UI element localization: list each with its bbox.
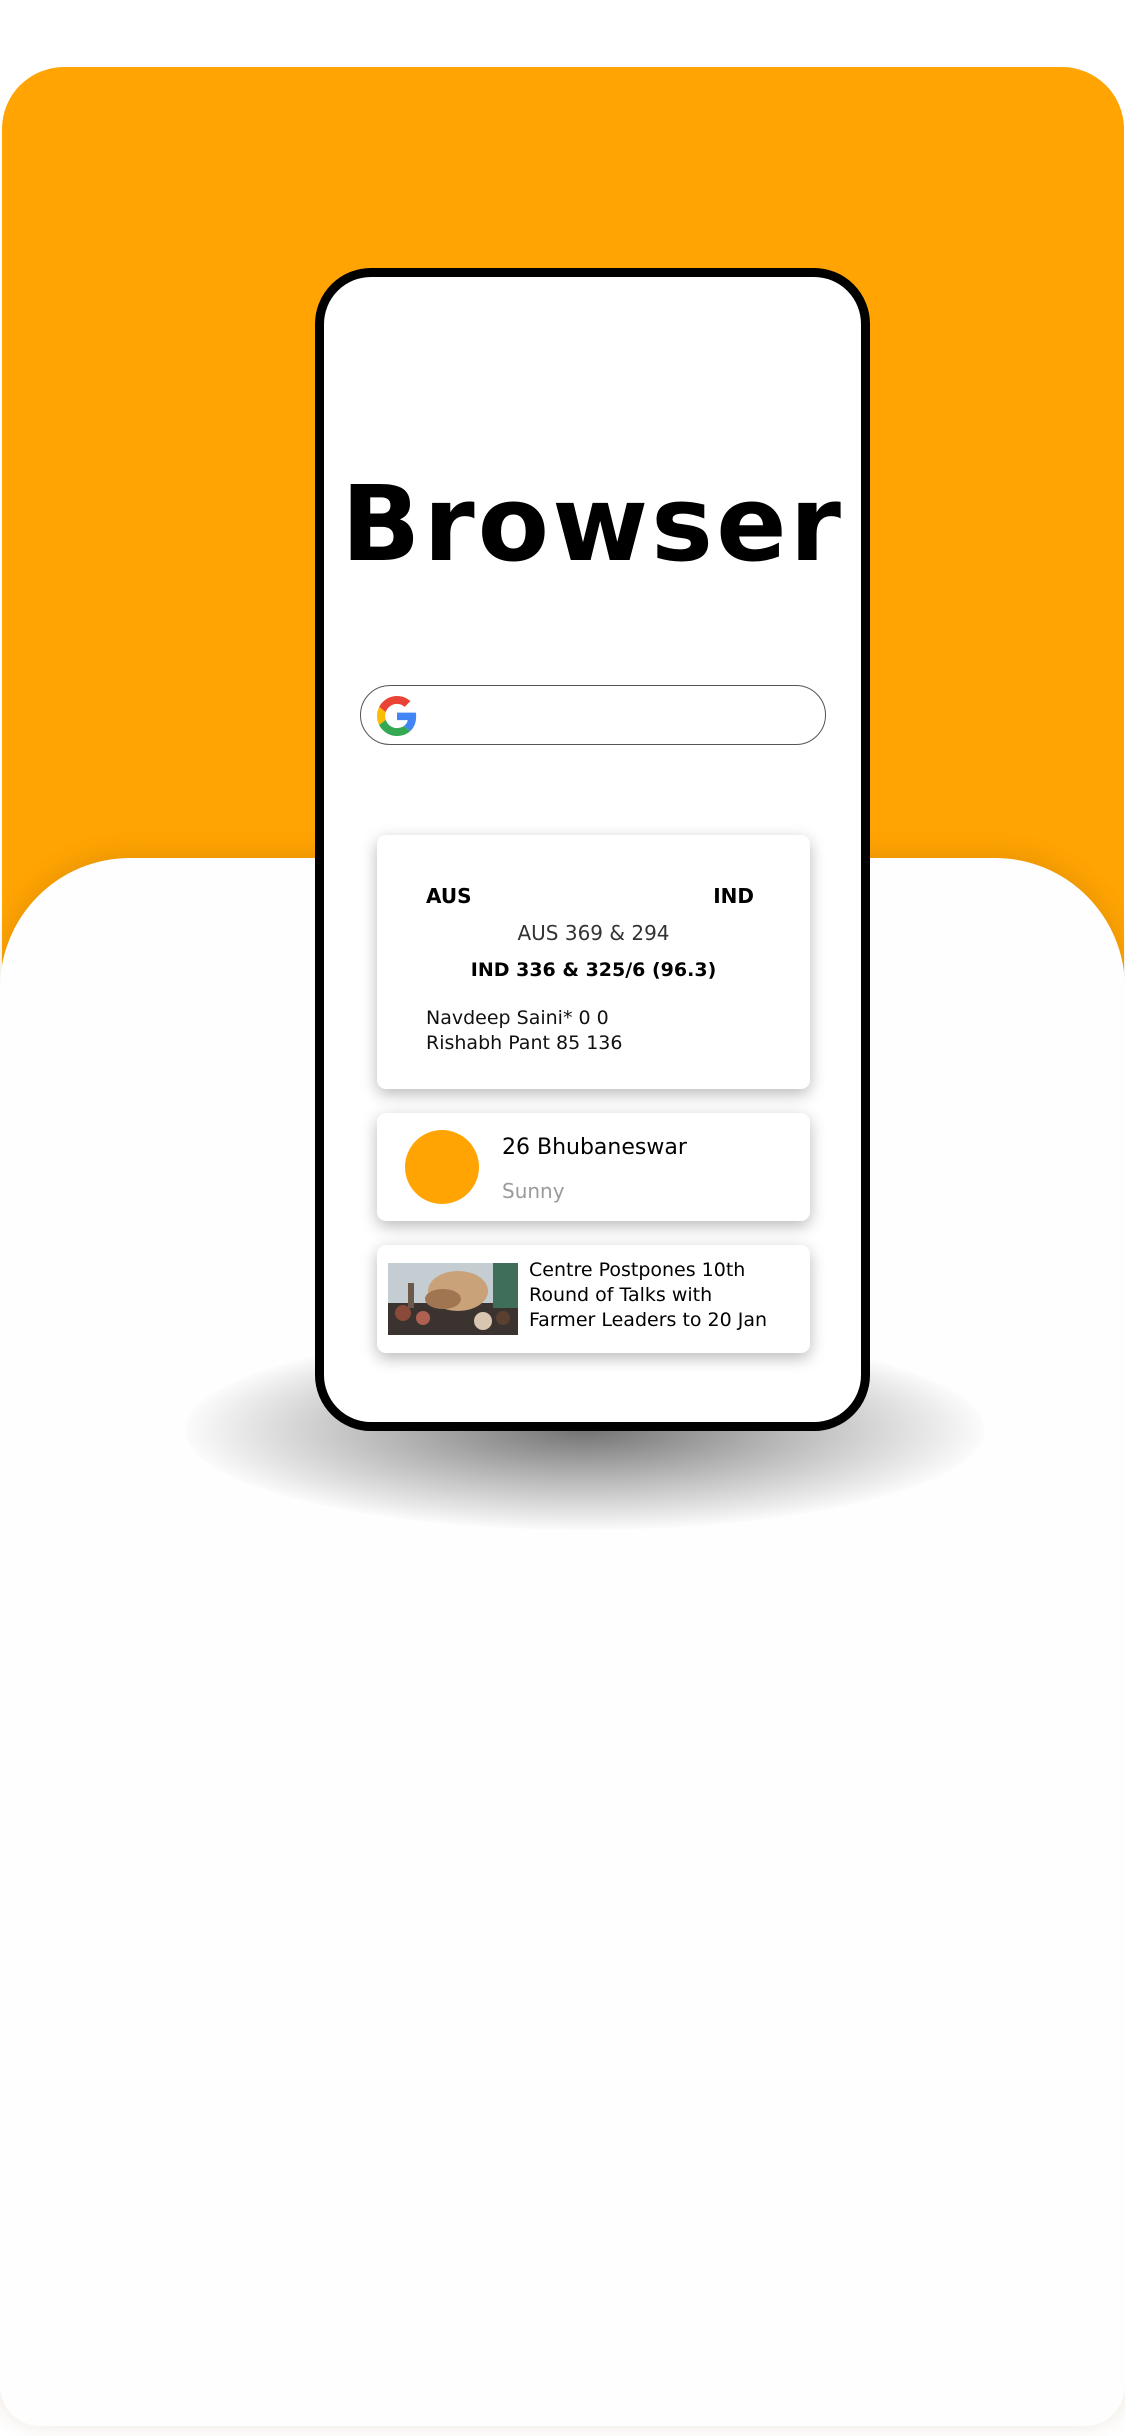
batter-row: Navdeep Saini* 0 0 [426,1007,609,1029]
weather-card[interactable]: 26 Bhubaneswar Sunny [377,1113,810,1221]
aus-score: AUS 369 & 294 [517,921,670,945]
headline-line: Farmer Leaders to 20 Jan [529,1309,768,1331]
page-canvas: Browser AUS IND AUS 369 & 294 IND 336 & … [0,0,1125,2436]
sun-icon [405,1130,479,1204]
batter-row: Rishabh Pant 85 136 [426,1032,623,1054]
news-headline: Centre Postpones 10th Round of Talks wit… [529,1258,799,1333]
ind-score: IND 336 & 325/6 (96.3) [470,959,717,981]
search-bar[interactable] [360,685,826,745]
headline-line: Round of Talks with [529,1284,713,1306]
phone-frame: Browser AUS IND AUS 369 & 294 IND 336 & … [315,268,870,1431]
news-card[interactable]: Centre Postpones 10th Round of Talks wit… [377,1245,810,1353]
headline-line: Centre Postpones 10th [529,1259,746,1281]
google-g-icon [377,696,417,736]
news-thumbnail [388,1263,518,1335]
cricket-score-card[interactable]: AUS IND AUS 369 & 294 IND 336 & 325/6 (9… [377,835,810,1089]
weather-temp-city: 26 Bhubaneswar [502,1135,687,1160]
team-aus-label: AUS [426,884,472,908]
app-title: Browser [341,463,844,585]
team-ind-label: IND [713,884,754,908]
weather-condition: Sunny [502,1179,565,1203]
